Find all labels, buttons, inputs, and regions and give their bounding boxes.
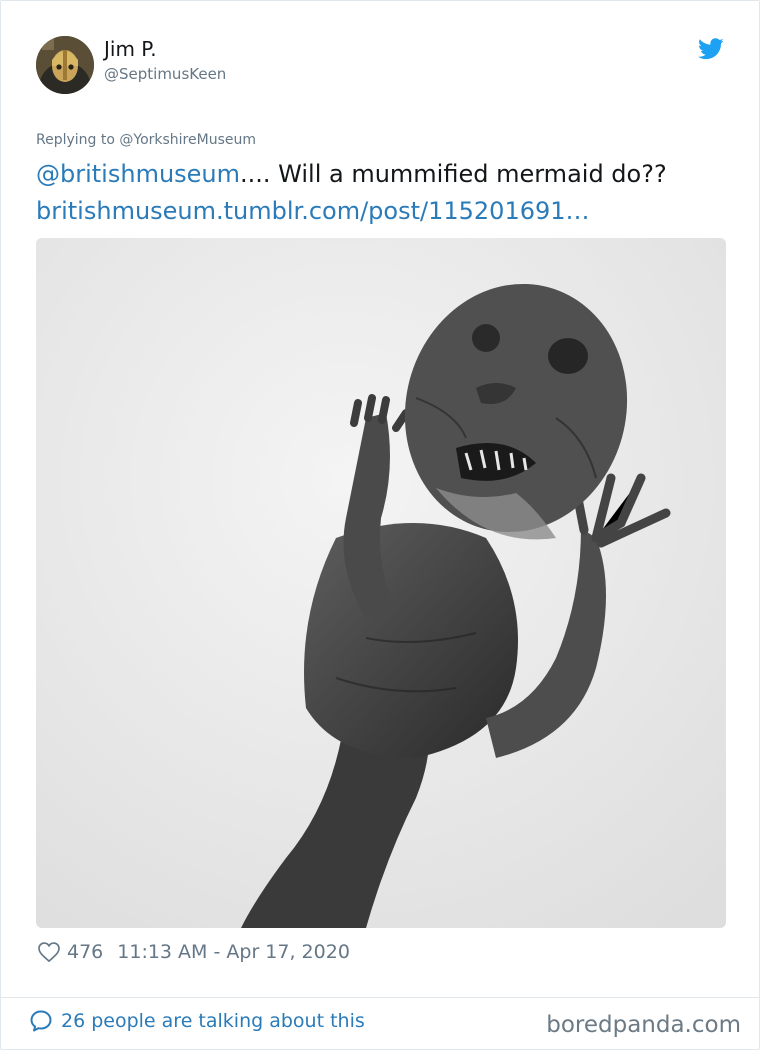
divider: [1, 997, 759, 998]
watermark: boredpanda.com: [546, 1012, 741, 1038]
tweet-body: .... Will a mummified mermaid do??: [240, 160, 667, 188]
url-link[interactable]: britishmuseum.tumblr.com/post/115201691…: [36, 197, 590, 225]
tweet-text: @britishmuseum.... Will a mummified merm…: [36, 156, 736, 230]
mention-link[interactable]: @britishmuseum: [36, 160, 240, 188]
heart-icon[interactable]: [38, 942, 60, 962]
tweet-meta: 476 11:13 AM - Apr 17, 2020: [38, 941, 350, 963]
talking-count-text: 26 people are talking about this: [61, 1010, 365, 1032]
tweet-photo[interactable]: [36, 238, 726, 928]
replying-to[interactable]: Replying to @YorkshireMuseum: [36, 132, 256, 148]
conversation-link[interactable]: 26 people are talking about this: [29, 1009, 365, 1033]
twitter-bird-icon[interactable]: [698, 38, 724, 60]
tweet-card: Jim P. @SeptimusKeen Replying to @Yorksh…: [0, 0, 760, 1050]
author-name[interactable]: Jim P.: [104, 37, 157, 61]
avatar[interactable]: [36, 36, 94, 94]
speech-bubble-icon: [30, 1010, 52, 1032]
tweet-timestamp[interactable]: 11:13 AM - Apr 17, 2020: [117, 941, 350, 963]
like-count: 476: [67, 941, 104, 963]
author-handle[interactable]: @SeptimusKeen: [104, 65, 226, 83]
